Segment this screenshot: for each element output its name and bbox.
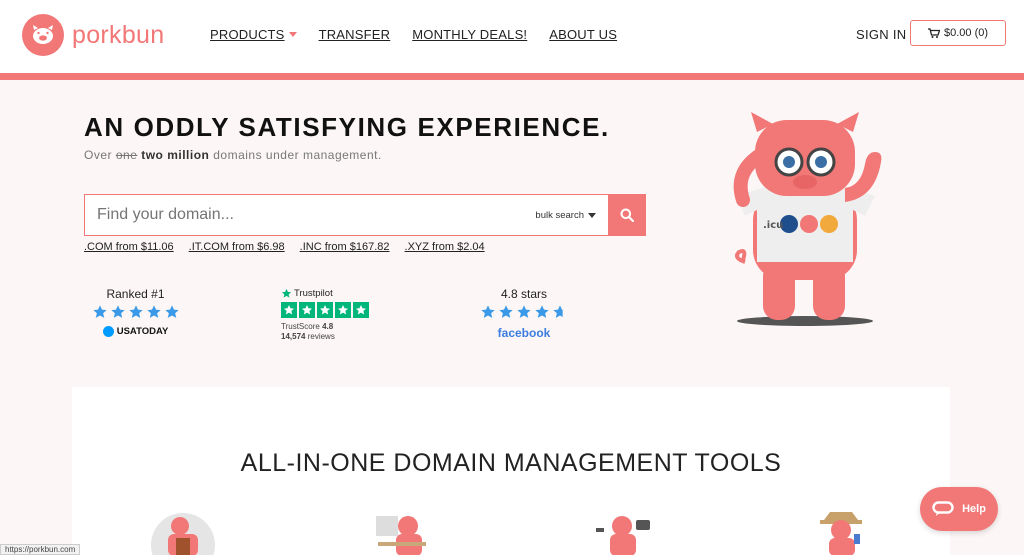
trustscore-value: 4.8 xyxy=(322,322,334,331)
trustpilot-brand: Trustpilot xyxy=(294,288,333,299)
brand-name: porkbun xyxy=(72,20,165,49)
cart-button[interactable]: $0.00 (0) xyxy=(910,20,1006,46)
chevron-down-icon xyxy=(588,212,596,218)
facebook-logo: facebook xyxy=(497,326,551,340)
search-box: bulk search xyxy=(84,194,608,236)
pig-logo-icon xyxy=(22,14,64,56)
cart-total: $0.00 (0) xyxy=(943,27,989,39)
tld-price-link[interactable]: .INC from $167.82 xyxy=(300,241,390,253)
trustpilot-star-icon xyxy=(281,288,292,298)
mascot-tld: .icu xyxy=(763,220,783,231)
rating-stars xyxy=(88,304,183,320)
subtitle-strike: one xyxy=(115,148,138,162)
reviews-label: reviews xyxy=(307,332,335,341)
header-accent-bar xyxy=(0,73,1024,80)
star-half-icon xyxy=(553,305,563,318)
subtitle-prefix: Over xyxy=(84,148,116,162)
tool-illustration-desk xyxy=(372,512,432,555)
bulk-search-toggle[interactable]: bulk search xyxy=(535,210,596,221)
star-icon xyxy=(164,305,179,318)
logo[interactable]: porkbun xyxy=(22,14,164,56)
usa-today-brand: USATODAY xyxy=(116,326,169,337)
domain-search-input[interactable] xyxy=(97,206,536,224)
star-icon xyxy=(499,305,513,318)
search-icon xyxy=(620,208,634,222)
cart-icon xyxy=(927,28,940,38)
star-icon xyxy=(353,302,369,318)
tld-price-link[interactable]: .XYZ from $2.04 xyxy=(405,241,485,253)
star-icon xyxy=(535,305,549,318)
subtitle-bold: two million xyxy=(141,148,210,162)
facebook-rating-title: 4.8 stars xyxy=(500,287,548,301)
tool-illustration-detective xyxy=(814,512,868,555)
usa-today-rating: Ranked #1 USATODAY xyxy=(88,287,183,337)
trustpilot-score: TrustScore 4.8 14,574 reviews xyxy=(281,322,373,342)
tld-price-links: .COM from $11.06 .IT.COM from $6.98 .INC… xyxy=(84,241,485,253)
star-icon xyxy=(110,305,125,318)
star-icon xyxy=(335,302,351,318)
star-icon xyxy=(128,305,143,318)
star-icon xyxy=(146,305,161,318)
star-icon xyxy=(92,305,107,318)
tld-price-link[interactable]: .COM from $11.06 xyxy=(84,241,174,253)
hero-subtitle: Over one two million domains under manag… xyxy=(84,148,382,162)
facebook-rating: 4.8 stars facebook xyxy=(479,287,569,340)
help-button[interactable]: Help xyxy=(920,487,998,531)
trustpilot-rating: Trustpilot TrustScore 4.8 14,574 reviews xyxy=(281,288,373,342)
help-label: Help xyxy=(962,503,986,515)
star-icon xyxy=(299,302,315,318)
chevron-down-icon xyxy=(288,32,297,37)
sign-in-link[interactable]: SIGN IN xyxy=(856,27,907,42)
nav-transfer[interactable]: TRANSFER xyxy=(319,27,391,42)
nav-monthly-deals[interactable]: MONTHLY DEALS! xyxy=(412,27,527,42)
main-nav: PRODUCTS TRANSFER MONTHLY DEALS! ABOUT U… xyxy=(210,27,617,42)
section-title: ALL-IN-ONE DOMAIN MANAGEMENT TOOLS xyxy=(240,449,782,477)
tool-illustration-camera xyxy=(592,512,656,555)
trustpilot-stars xyxy=(281,302,373,318)
nav-about-us[interactable]: ABOUT US xyxy=(549,27,617,42)
chat-bubble-icon xyxy=(932,501,954,516)
star-icon xyxy=(281,302,297,318)
domain-search: bulk search xyxy=(84,194,646,236)
site-header: porkbun PRODUCTS TRANSFER MONTHLY DEALS!… xyxy=(0,0,1024,73)
trustpilot-logo: Trustpilot xyxy=(281,288,373,299)
tool-illustration-search xyxy=(150,512,216,555)
tools-section: ALL-IN-ONE DOMAIN MANAGEMENT TOOLS xyxy=(72,387,950,555)
subtitle-suffix: domains under management. xyxy=(209,148,382,162)
search-button[interactable] xyxy=(608,194,646,236)
trustscore-label: TrustScore xyxy=(281,322,320,331)
star-icon xyxy=(517,305,531,318)
nav-products-label: PRODUCTS xyxy=(210,27,285,42)
status-bar-url: https://porkbun.com xyxy=(0,544,81,555)
usa-rank-title: Ranked #1 xyxy=(106,287,165,301)
tld-price-link[interactable]: .IT.COM from $6.98 xyxy=(189,241,285,253)
page-title: AN ODDLY SATISFYING EXPERIENCE. xyxy=(84,112,610,142)
nav-products[interactable]: PRODUCTS xyxy=(210,27,297,42)
pig-mascot-illustration: .icu xyxy=(733,112,882,326)
review-count: 14,574 xyxy=(281,332,306,341)
star-icon xyxy=(481,305,495,318)
usa-today-dot-icon xyxy=(102,326,114,337)
bulk-search-label: bulk search xyxy=(535,209,584,221)
usa-today-logo: USATODAY xyxy=(88,326,183,337)
star-icon xyxy=(317,302,333,318)
rating-stars xyxy=(479,304,569,320)
